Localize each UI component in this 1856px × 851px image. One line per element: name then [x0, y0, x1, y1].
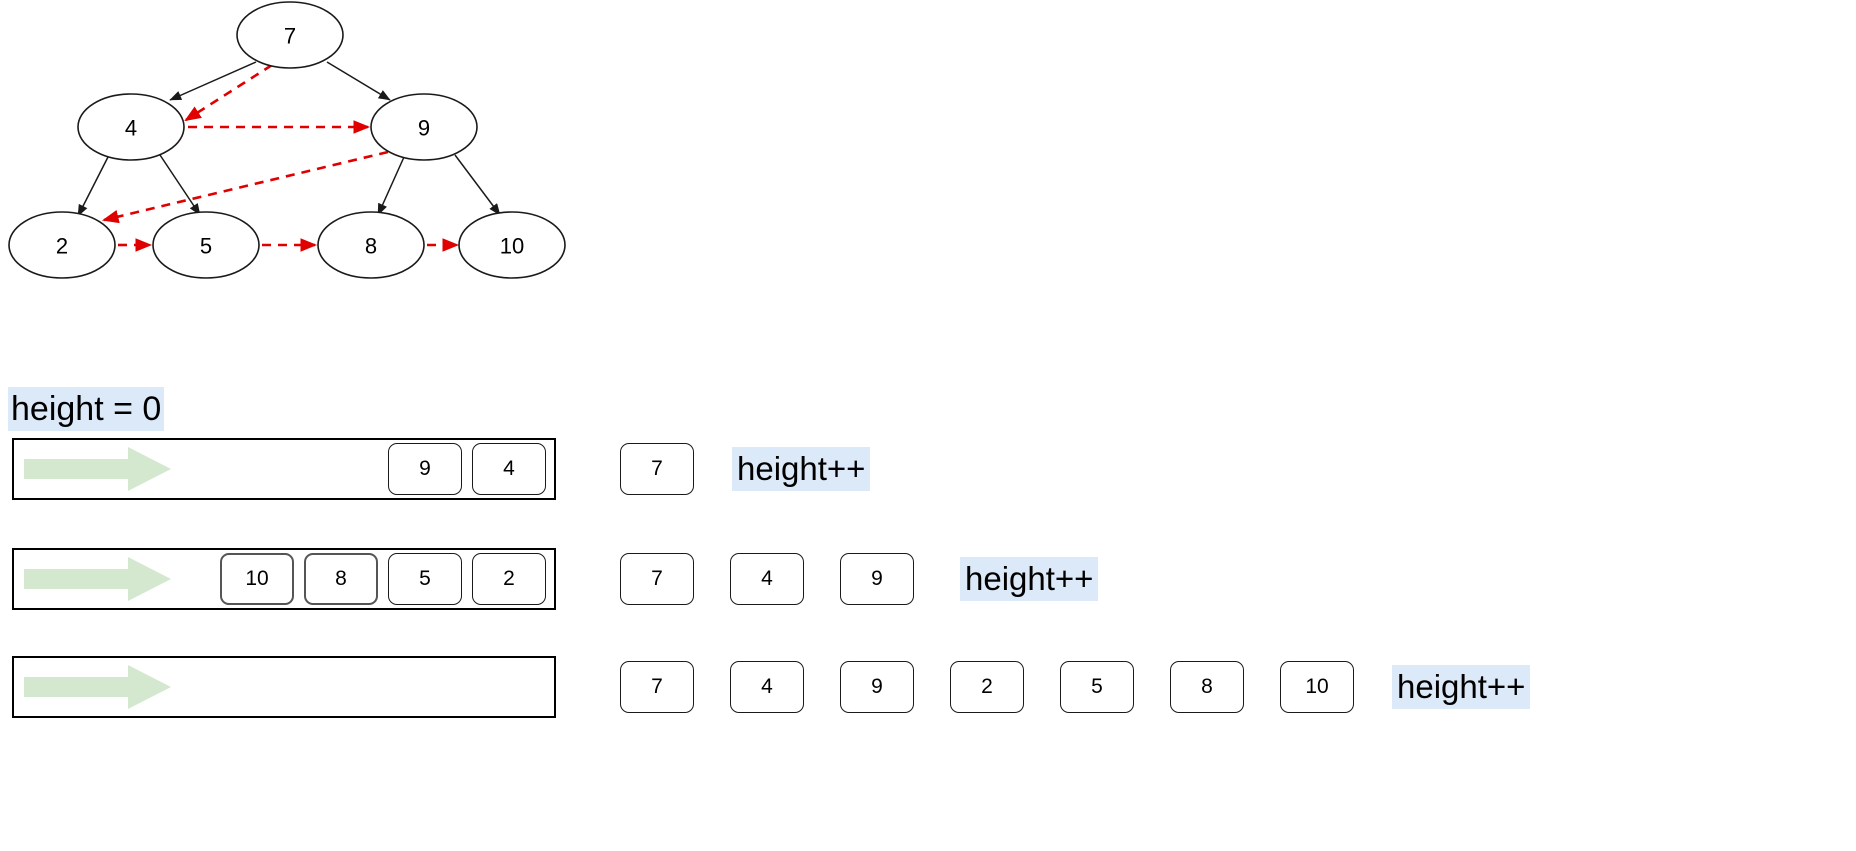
height-increment-label: height++ — [960, 557, 1099, 601]
visited-list: 7 4 9 2 5 8 10 — [620, 661, 1354, 713]
visited-cell: 9 — [840, 661, 914, 713]
bfs-step-row: 94 7 height++ — [0, 437, 1856, 501]
visited-cell: 8 — [1170, 661, 1244, 713]
queue-cell: 9 — [388, 443, 462, 495]
queue-container — [12, 656, 556, 718]
queue-cell: 4 — [472, 443, 546, 495]
queue-direction-arrow-icon — [24, 665, 171, 709]
visited-cell: 9 — [840, 553, 914, 605]
height-increment-label: height++ — [732, 447, 871, 491]
height-increment-label: height++ — [1392, 665, 1531, 709]
visited-list: 749 — [620, 553, 914, 605]
queue-direction-arrow-icon — [24, 447, 171, 491]
visited-cell: 4 — [730, 553, 804, 605]
visited-cell: 7 — [620, 553, 694, 605]
visited-cell: 5 — [1060, 661, 1134, 713]
visited-cell: 7 — [620, 661, 694, 713]
visited-cell: 10 — [1280, 661, 1354, 713]
queue-items: 94 — [388, 443, 546, 495]
queue-container: 10 8 5 2 — [12, 548, 556, 610]
queue-cell: 10 — [220, 553, 294, 605]
queue-items: 10 8 5 2 — [220, 553, 546, 605]
bfs-step-row: 7 4 9 2 5 8 10 height++ — [0, 655, 1856, 719]
visited-cell: 7 — [620, 443, 694, 495]
queue-cell: 2 — [472, 553, 546, 605]
visited-list: 7 — [620, 443, 694, 495]
bfs-step-row: 10 8 5 2 749 height++ — [0, 547, 1856, 611]
bfs-step-rows: 94 7 height++ 10 8 5 2 749 height++ 7492581… — [0, 0, 1856, 851]
queue-cell: 8 — [304, 553, 378, 605]
visited-cell: 2 — [950, 661, 1024, 713]
visited-cell: 4 — [730, 661, 804, 713]
queue-container: 94 — [12, 438, 556, 500]
queue-cell: 5 — [388, 553, 462, 605]
queue-direction-arrow-icon — [24, 557, 171, 601]
